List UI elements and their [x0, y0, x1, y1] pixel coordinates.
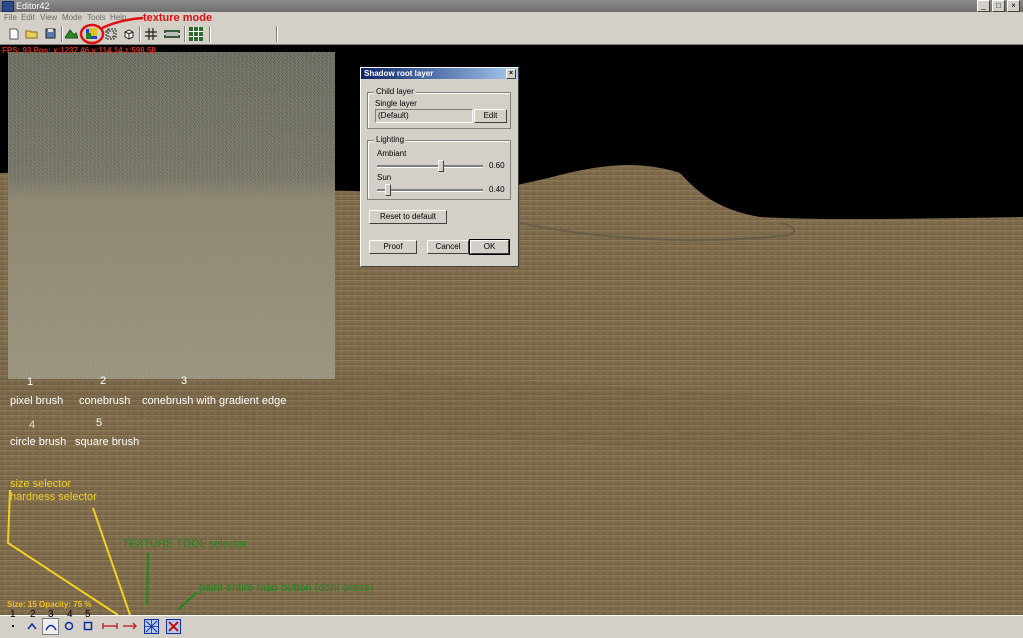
minimize-button[interactable]: _: [977, 0, 990, 12]
menu-mode[interactable]: Mode: [62, 13, 82, 22]
texture-preview: [8, 52, 335, 379]
size-selector-annotation: size selector: [10, 478, 72, 490]
sun-slider-track: [377, 189, 483, 192]
layer-field[interactable]: (Default): [375, 109, 473, 123]
save-disk-icon[interactable]: [43, 26, 58, 41]
app-icon: [2, 1, 14, 12]
brush-label-cone: conebrush: [79, 395, 131, 407]
window-title: Editor42: [16, 1, 50, 11]
size-slider-icon[interactable]: [101, 618, 119, 633]
grid-overlay-icon[interactable]: [188, 26, 204, 42]
circle-brush-icon[interactable]: [61, 618, 76, 633]
main-toolbar: [0, 24, 1023, 45]
texture-tool-icon[interactable]: [143, 618, 160, 634]
ambient-label: Ambiant: [377, 149, 407, 158]
ok-button[interactable]: OK: [469, 239, 510, 255]
dialog-title: Shadow root layer: [364, 69, 434, 78]
size-opacity-readout: Size: 15 Opacity: 75 %: [7, 600, 92, 609]
dialog-titlebar: Shadow root layer ×: [361, 68, 518, 79]
brush-label-cone-gradient: conebrush with gradient edge: [142, 395, 287, 407]
sun-label: Sun: [377, 173, 392, 182]
shadow-root-layer-dialog: Shadow root layer × Child layer Single l…: [360, 67, 519, 267]
brush-label-circle: circle brush: [10, 436, 67, 448]
pixel-brush-icon[interactable]: [5, 618, 20, 633]
open-folder-icon[interactable]: [24, 26, 39, 41]
brush-number-3: 3: [181, 375, 188, 387]
texture-tool-annotation: TEXTURE TOOL selector: [122, 538, 248, 550]
maximize-button[interactable]: □: [992, 0, 1005, 12]
square-brush-icon[interactable]: [80, 618, 95, 633]
lighting-label: Lighting: [374, 135, 407, 144]
close-button[interactable]: ×: [1007, 0, 1020, 12]
brush-label-square: square brush: [75, 436, 140, 448]
menu-view[interactable]: View: [40, 13, 57, 22]
grid-icon[interactable]: [143, 26, 158, 41]
child-layer-group: Child layer Single layer (Default) Edit: [367, 87, 511, 129]
ambient-value: 0.60: [489, 161, 505, 170]
title-bar: Editor42 _ □ ×: [0, 0, 1023, 12]
brush-number-4: 4: [29, 419, 36, 431]
new-file-icon[interactable]: [6, 26, 21, 41]
ambient-slider-track: [377, 165, 483, 168]
child-layer-label: Child layer: [374, 87, 416, 96]
dialog-close-button[interactable]: ×: [506, 69, 516, 79]
sun-value: 0.40: [489, 185, 505, 194]
single-layer-label: Single layer: [375, 99, 417, 108]
brush-number-5: 5: [96, 417, 103, 429]
cone-brush-icon[interactable]: [24, 618, 39, 633]
cube-icon[interactable]: [121, 26, 136, 41]
texture-mode-icon[interactable]: [83, 26, 101, 41]
menu-edit[interactable]: Edit: [21, 13, 35, 22]
hardness-slider-icon[interactable]: [121, 618, 139, 633]
layer-stack-icon[interactable]: [103, 26, 118, 41]
texture-mode-annotation: texture mode: [143, 12, 213, 24]
paint-entire-annotation: paint entire map button (dont press): [199, 582, 374, 594]
hardness-selector-annotation: hardness selector: [10, 491, 97, 503]
brush-number-1: 1: [27, 376, 34, 388]
lighting-group: Lighting Ambiant 0.60 Sun 0.40: [367, 135, 511, 200]
brush-number-2: 2: [100, 375, 107, 387]
brush-label-pixel: pixel brush: [10, 395, 64, 407]
water-plane-icon[interactable]: [163, 26, 181, 41]
menu-file[interactable]: File: [4, 13, 17, 22]
reset-default-button[interactable]: Reset to default: [369, 210, 447, 224]
sun-slider-thumb[interactable]: [384, 184, 391, 196]
proof-button[interactable]: Proof: [369, 240, 417, 254]
ambient-slider-thumb[interactable]: [437, 160, 444, 172]
menu-help[interactable]: Help: [110, 13, 126, 22]
terrain-mode-icon[interactable]: [64, 26, 79, 41]
edit-button[interactable]: Edit: [474, 109, 507, 123]
menu-tools[interactable]: Tools: [87, 13, 106, 22]
paint-entire-map-icon[interactable]: [165, 618, 182, 634]
cone-gradient-brush-icon[interactable]: [42, 618, 59, 635]
cancel-button[interactable]: Cancel: [427, 240, 469, 254]
status-readout: FPS: 93 Pos: x:1237.46 y:114.14 z:598.58: [2, 46, 156, 55]
